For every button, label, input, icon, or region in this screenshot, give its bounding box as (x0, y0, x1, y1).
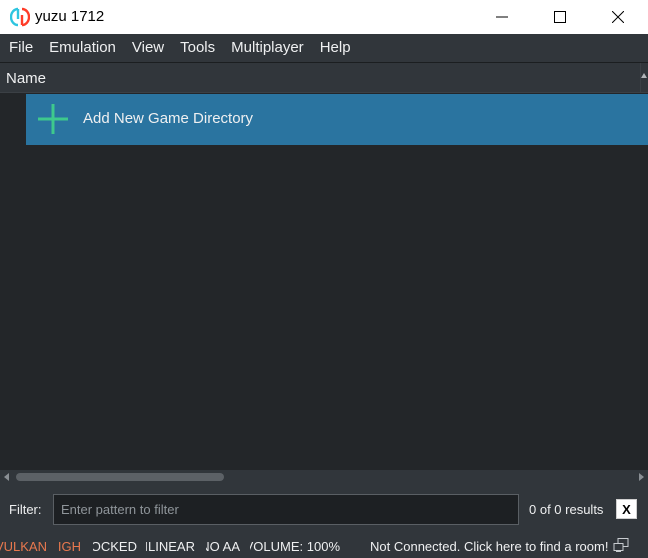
minimize-button[interactable] (479, 0, 525, 34)
filter-bar: Filter: 0 of 0 results X (0, 484, 648, 532)
yuzu-logo-icon (10, 7, 30, 27)
close-icon (612, 11, 624, 23)
sort-arrow-icon (641, 73, 647, 78)
menu-file[interactable]: File (1, 34, 41, 62)
maximize-icon (554, 11, 566, 23)
plus-icon (38, 104, 68, 134)
network-icon[interactable] (613, 538, 629, 552)
scroll-right-arrow-icon[interactable] (639, 473, 644, 481)
title-bar: yuzu 1712 (0, 0, 648, 34)
game-list[interactable]: Name Add New Game Directory (0, 62, 648, 470)
header-sort-indicator (640, 63, 648, 93)
game-list-header: Name (0, 63, 648, 93)
status-dock-mode[interactable]: DOCKED (93, 539, 137, 554)
scrollbar-thumb[interactable] (16, 473, 224, 481)
menu-help[interactable]: Help (312, 34, 359, 62)
status-bar: VULKAN HIGH DOCKED BILINEAR NO AA VOLUME… (0, 532, 648, 558)
status-gpu-accuracy[interactable]: HIGH (57, 539, 81, 554)
menu-multiplayer[interactable]: Multiplayer (223, 34, 312, 62)
filter-label: Filter: (9, 502, 42, 517)
menu-view[interactable]: View (124, 34, 172, 62)
status-volume[interactable]: VOLUME: 100% (250, 539, 340, 554)
minimize-icon (496, 16, 508, 18)
menu-emulation[interactable]: Emulation (41, 34, 124, 62)
status-scaling-filter[interactable]: BILINEAR (146, 539, 195, 554)
status-graphics-api[interactable]: VULKAN (0, 539, 47, 554)
add-game-directory-row[interactable]: Add New Game Directory (26, 94, 648, 145)
multiplayer-room-status[interactable]: Not Connected. Click here to find a room… (370, 539, 608, 554)
column-header-name[interactable]: Name (6, 70, 46, 87)
clear-filter-button[interactable]: X (616, 499, 637, 519)
close-button[interactable] (595, 0, 641, 34)
filter-result-count: 0 of 0 results (529, 502, 604, 517)
menu-tools[interactable]: Tools (172, 34, 223, 62)
add-game-directory-label: Add New Game Directory (83, 110, 254, 127)
window-title: yuzu 1712 (35, 8, 105, 25)
scroll-left-arrow-icon[interactable] (4, 473, 9, 481)
maximize-button[interactable] (537, 0, 583, 34)
horizontal-scrollbar[interactable] (0, 470, 648, 484)
filter-input[interactable] (53, 494, 519, 525)
menu-bar: File Emulation View Tools Multiplayer He… (0, 34, 648, 62)
status-anti-aliasing[interactable]: NO AA (206, 539, 240, 554)
